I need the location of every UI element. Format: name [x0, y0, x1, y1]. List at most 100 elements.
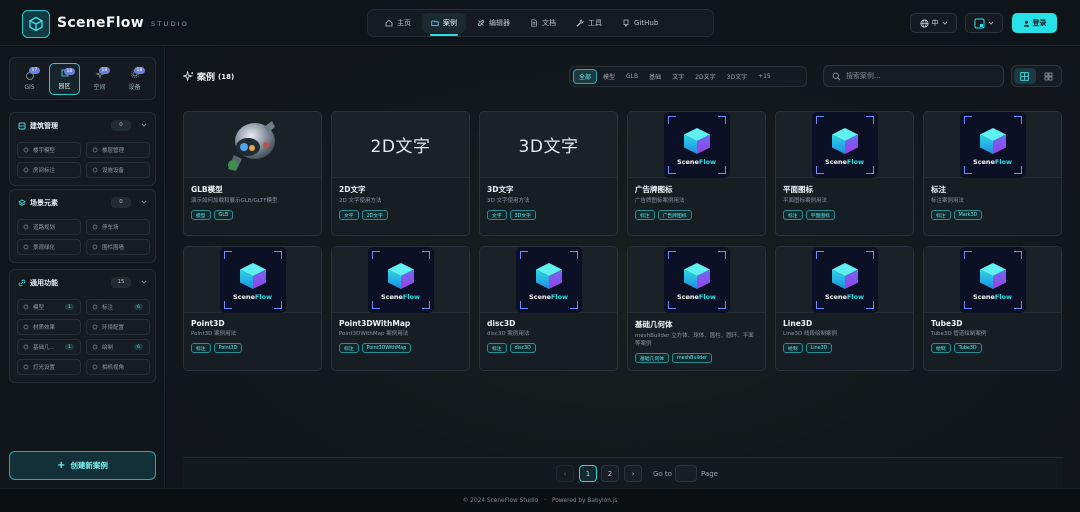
nav-item-2[interactable]: 编辑器	[468, 13, 519, 33]
case-tag[interactable]: Point3DWithMap	[361, 343, 412, 353]
case-tag[interactable]: Tube3D	[953, 343, 982, 353]
nav-item-0[interactable]: 主页	[376, 13, 420, 33]
list-view-button[interactable]	[1038, 68, 1060, 84]
case-card-7[interactable]: SceneFlow Point3DWithMap Point3DWithMap 案例…	[331, 246, 470, 371]
case-thumbnail[interactable]: 2D文字	[332, 112, 469, 178]
case-card-9[interactable]: SceneFlow 基础几何体 meshBuilder 立方体、球体、圆柱、圆环、平…	[627, 246, 766, 371]
case-tag[interactable]: 文字	[487, 210, 507, 220]
case-tag[interactable]: 标注	[931, 210, 951, 220]
case-thumbnail[interactable]: 3D文字	[480, 112, 617, 178]
sidebar-item[interactable]: 围栏围墙	[86, 239, 150, 255]
case-card-6[interactable]: SceneFlow Point3D Point3D 案例用法 标注 Point3D	[183, 246, 322, 371]
sidebar-item[interactable]: 绘制 6	[86, 339, 150, 355]
case-tag[interactable]: disc3D	[509, 343, 536, 353]
page-2-button[interactable]: 2	[601, 465, 619, 482]
filter-chip-2[interactable]: GLB	[621, 69, 643, 84]
case-card-3[interactable]: SceneFlow 广告牌图标 广告牌图标案例用法 标注 广告牌图标	[627, 111, 766, 236]
filter-chip-5[interactable]: 2D文字	[690, 69, 720, 84]
case-card-8[interactable]: SceneFlow disc3D disc3D 案例用法 标注 disc3D	[479, 246, 618, 371]
sidebar-item[interactable]: 环境配置	[86, 319, 150, 335]
case-tag[interactable]: 标注	[339, 343, 359, 353]
case-tag[interactable]: meshBuilder	[672, 353, 713, 363]
case-thumbnail[interactable]: SceneFlow	[332, 247, 469, 313]
sidebar-item[interactable]: 景观绿化	[17, 239, 81, 255]
case-tag[interactable]: 标注	[783, 210, 803, 220]
case-thumbnail[interactable]	[184, 112, 321, 178]
case-tag[interactable]: 平面图标	[805, 210, 835, 220]
case-tag[interactable]: Mark3D	[953, 210, 983, 220]
sidebar-item[interactable]: 房间标注	[17, 162, 81, 178]
chevron-down-icon[interactable]	[141, 199, 147, 205]
case-tag[interactable]: 绘制	[931, 343, 951, 353]
case-tag[interactable]: 3D文字	[509, 210, 536, 220]
filter-chip-4[interactable]: 文字	[667, 69, 689, 84]
case-tag[interactable]: 广告牌图标	[657, 210, 692, 220]
sidebar-item[interactable]: 模型 1	[17, 299, 81, 315]
language-selector[interactable]: 中	[910, 13, 957, 33]
sidebar-item[interactable]: 设施设备	[86, 162, 150, 178]
case-thumbnail[interactable]: SceneFlow	[776, 247, 913, 313]
sidebar-item[interactable]: 材质效果	[17, 319, 81, 335]
sidebar-item[interactable]: 楼宇模型	[17, 142, 81, 158]
case-thumbnail[interactable]: SceneFlow	[924, 247, 1061, 313]
case-tag[interactable]: GLB	[213, 210, 234, 220]
nav-item-4[interactable]: 工具	[567, 13, 611, 33]
case-thumbnail[interactable]: SceneFlow	[184, 247, 321, 313]
logo-cube-icon[interactable]	[22, 10, 50, 38]
case-card-4[interactable]: SceneFlow 平面图标 平面图标案例用法 标注 平面图标	[775, 111, 914, 236]
sidebar-group-header[interactable]: 通用功能 15	[10, 270, 155, 295]
next-page-button[interactable]: ›	[624, 465, 642, 482]
brand-name[interactable]: SceneFlow	[57, 15, 144, 31]
case-thumbnail[interactable]: SceneFlow	[480, 247, 617, 313]
case-thumbnail[interactable]: SceneFlow	[776, 112, 913, 178]
nav-item-3[interactable]: 文档	[521, 13, 565, 33]
sidebar-item[interactable]: 道路规划	[17, 219, 81, 235]
case-tag[interactable]: 标注	[191, 343, 211, 353]
theme-selector[interactable]	[965, 13, 1003, 33]
filter-chip-3[interactable]: 基础	[644, 69, 666, 84]
case-card-10[interactable]: SceneFlow Line3D Line3D 线段绘制案例 绘制 Line3D	[775, 246, 914, 371]
nav-item-1[interactable]: 案例	[422, 13, 466, 36]
case-card-1[interactable]: 2D文字 2D文字 2D 文字使用方法 文字 2D文字	[331, 111, 470, 236]
login-button[interactable]: 登录	[1012, 13, 1057, 33]
create-case-button[interactable]: + 创建新案例	[9, 451, 156, 480]
case-tag[interactable]: 2D文字	[361, 210, 388, 220]
filter-chip-1[interactable]: 模型	[598, 69, 620, 84]
case-tag[interactable]: 标注	[635, 210, 655, 220]
case-card-11[interactable]: SceneFlow Tube3D Tube3D 管道绘制案例 绘制 Tube3D	[923, 246, 1062, 371]
sidebar-item[interactable]: 灯光设置	[17, 359, 81, 375]
case-card-0[interactable]: GLB模型 演示如何加载和展示GLB/GLTF模型 模型 GLB	[183, 111, 322, 236]
chevron-down-icon[interactable]	[141, 279, 147, 285]
case-tag[interactable]: 标注	[487, 343, 507, 353]
case-tag[interactable]: 文字	[339, 210, 359, 220]
case-thumbnail[interactable]: SceneFlow	[628, 112, 765, 178]
chevron-down-icon[interactable]	[141, 122, 147, 128]
grid-view-button[interactable]	[1014, 68, 1036, 84]
filter-chip-0[interactable]: 全部	[573, 69, 598, 84]
category-tab-2[interactable]: 18 空间	[84, 63, 115, 95]
sidebar-item[interactable]: 相机视角	[86, 359, 150, 375]
prev-page-button[interactable]: ‹	[556, 465, 574, 482]
case-thumbnail[interactable]: SceneFlow	[924, 112, 1061, 178]
case-card-5[interactable]: SceneFlow 标注 标注案例用法 标注 Mark3D	[923, 111, 1062, 236]
page-1-button[interactable]: 1	[579, 465, 597, 482]
case-tag[interactable]: 模型	[191, 210, 211, 220]
sidebar-group-header[interactable]: 场景元素 0	[10, 190, 155, 215]
sidebar-item[interactable]: 基础几... 1	[17, 339, 81, 355]
filter-chip-6[interactable]: 3D文字	[722, 69, 752, 84]
sidebar-group-header[interactable]: 建筑管理 0	[10, 113, 155, 138]
case-thumbnail[interactable]: SceneFlow	[628, 247, 765, 313]
goto-page-input[interactable]	[675, 465, 697, 482]
filter-chip-7[interactable]: +15	[753, 69, 776, 84]
case-tag[interactable]: 绘制	[783, 343, 803, 353]
category-tab-1[interactable]: 18 园区	[49, 62, 80, 95]
sidebar-item[interactable]: 楼层管理	[86, 142, 150, 158]
category-tab-0[interactable]: 17 GIS	[14, 63, 45, 95]
case-tag[interactable]: Point3D	[213, 343, 243, 353]
search-box[interactable]	[823, 65, 1004, 87]
search-input[interactable]	[845, 72, 995, 80]
nav-item-5[interactable]: GitHub	[613, 13, 667, 33]
case-tag[interactable]: Line3D	[805, 343, 833, 353]
sidebar-item[interactable]: 标注 6	[86, 299, 150, 315]
category-tab-3[interactable]: 18 设备	[119, 63, 150, 95]
